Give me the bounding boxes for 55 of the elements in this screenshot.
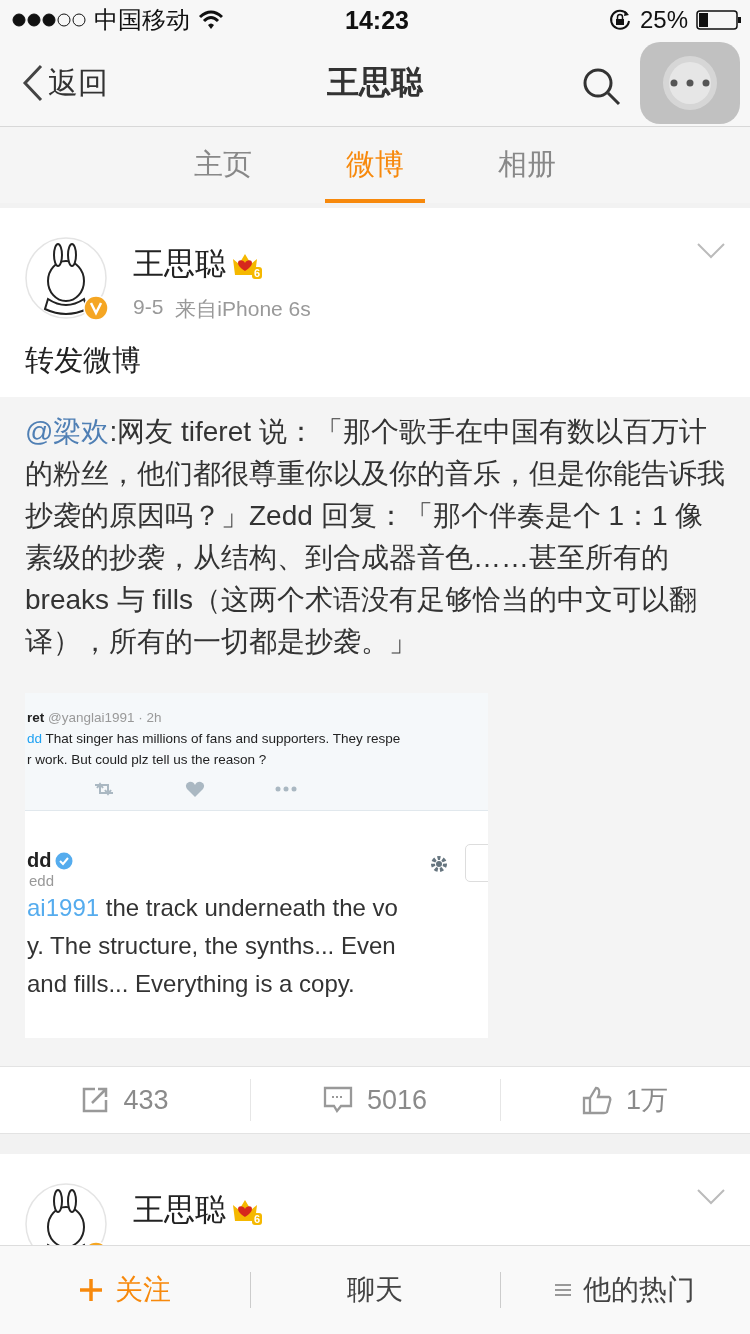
post-date: 9-5 xyxy=(133,295,164,320)
tab[interactable]: 微博 xyxy=(299,127,451,203)
tweet-text: That singer has millions of fans and supporters. They respe xyxy=(45,731,401,746)
chevron-left-icon xyxy=(22,64,44,102)
wifi-icon xyxy=(198,10,224,30)
signal-icon xyxy=(12,13,86,27)
chat-button[interactable]: 聊天 xyxy=(250,1246,500,1334)
follow-button[interactable]: 关注 xyxy=(0,1246,250,1334)
list-icon xyxy=(555,1283,571,1297)
comment-icon xyxy=(322,1086,353,1114)
menu-button[interactable]: 他的热门 xyxy=(500,1246,750,1334)
profile-handle: edd xyxy=(28,872,56,889)
author-name[interactable]: 王思聪 xyxy=(133,243,226,285)
profile-name: dd xyxy=(27,849,52,872)
retweet-icon[interactable] xyxy=(93,782,115,796)
retweet-text: @梁欢:网友 tiferet 说：「那个歌手在中国有数以百万计的粉丝，他们都很尊重你以及你的音乐，但是你能告诉我抄袭的原因吗？」Zedd 回复：「那个伴奏是个 1：1 像素级的抄袭，从结构、到合成器音色……甚至所有的 breaks 与 fills（这两个术语没有足够恰当的中文可以翻译），所有的一切都是抄袭。」 xyxy=(25,415,725,659)
vip-crown-badge: 6 xyxy=(230,249,260,279)
post-text: 转发微博 xyxy=(24,343,142,378)
vip-crown-badge: 6 xyxy=(230,1195,260,1225)
back-button[interactable]: 返回 xyxy=(22,62,108,104)
chevron-down-icon[interactable] xyxy=(697,243,725,259)
more-icon[interactable] xyxy=(275,786,297,792)
action-repost[interactable]: 433 xyxy=(0,1067,250,1133)
heart-icon[interactable] xyxy=(185,780,205,798)
action-comment[interactable]: 5016 xyxy=(250,1067,500,1133)
tweet-author: ret xyxy=(27,710,45,725)
tab[interactable]: 主页 xyxy=(147,127,299,203)
mention-link[interactable]: @梁欢 xyxy=(25,416,110,447)
tweet-text: and fills... Everything is a copy. xyxy=(27,970,355,997)
plus-icon xyxy=(79,1278,103,1302)
tweet-handle: @yanglai1991 · 2h xyxy=(48,710,162,725)
verified-badge-icon xyxy=(83,295,109,321)
carrier-name: 中国移动 xyxy=(94,5,190,35)
settings-icon[interactable] xyxy=(428,853,450,875)
status-time: 14:23 xyxy=(345,5,409,35)
action-like[interactable]: 1万 xyxy=(500,1067,750,1133)
rotation-lock-icon xyxy=(607,8,632,32)
search-icon[interactable] xyxy=(582,67,622,107)
chevron-down-icon[interactable] xyxy=(697,1189,725,1205)
share-icon xyxy=(81,1086,110,1114)
battery-icon xyxy=(696,10,742,30)
author-name[interactable]: 王思聪 xyxy=(133,1189,226,1231)
battery-percent: 25% xyxy=(639,6,688,34)
tweet-text: the track underneath the vo xyxy=(105,894,398,921)
more-icon xyxy=(662,55,718,111)
tweet-text: r work. But could plz tell us the reason ? xyxy=(27,752,267,767)
thumbs-up-icon xyxy=(582,1085,612,1115)
tweet-mention[interactable]: dd xyxy=(27,731,43,746)
tweet-text: y. The structure, the synths... Even xyxy=(27,932,396,959)
tweet-mention[interactable]: ai1991 xyxy=(27,894,100,921)
tab[interactable]: 相册 xyxy=(451,127,603,203)
verified-check-icon xyxy=(55,851,74,870)
assistive-touch-button[interactable] xyxy=(640,42,740,124)
post-source: 来自iPhone 6s xyxy=(175,296,311,322)
page-title: 王思聪 xyxy=(327,64,423,100)
